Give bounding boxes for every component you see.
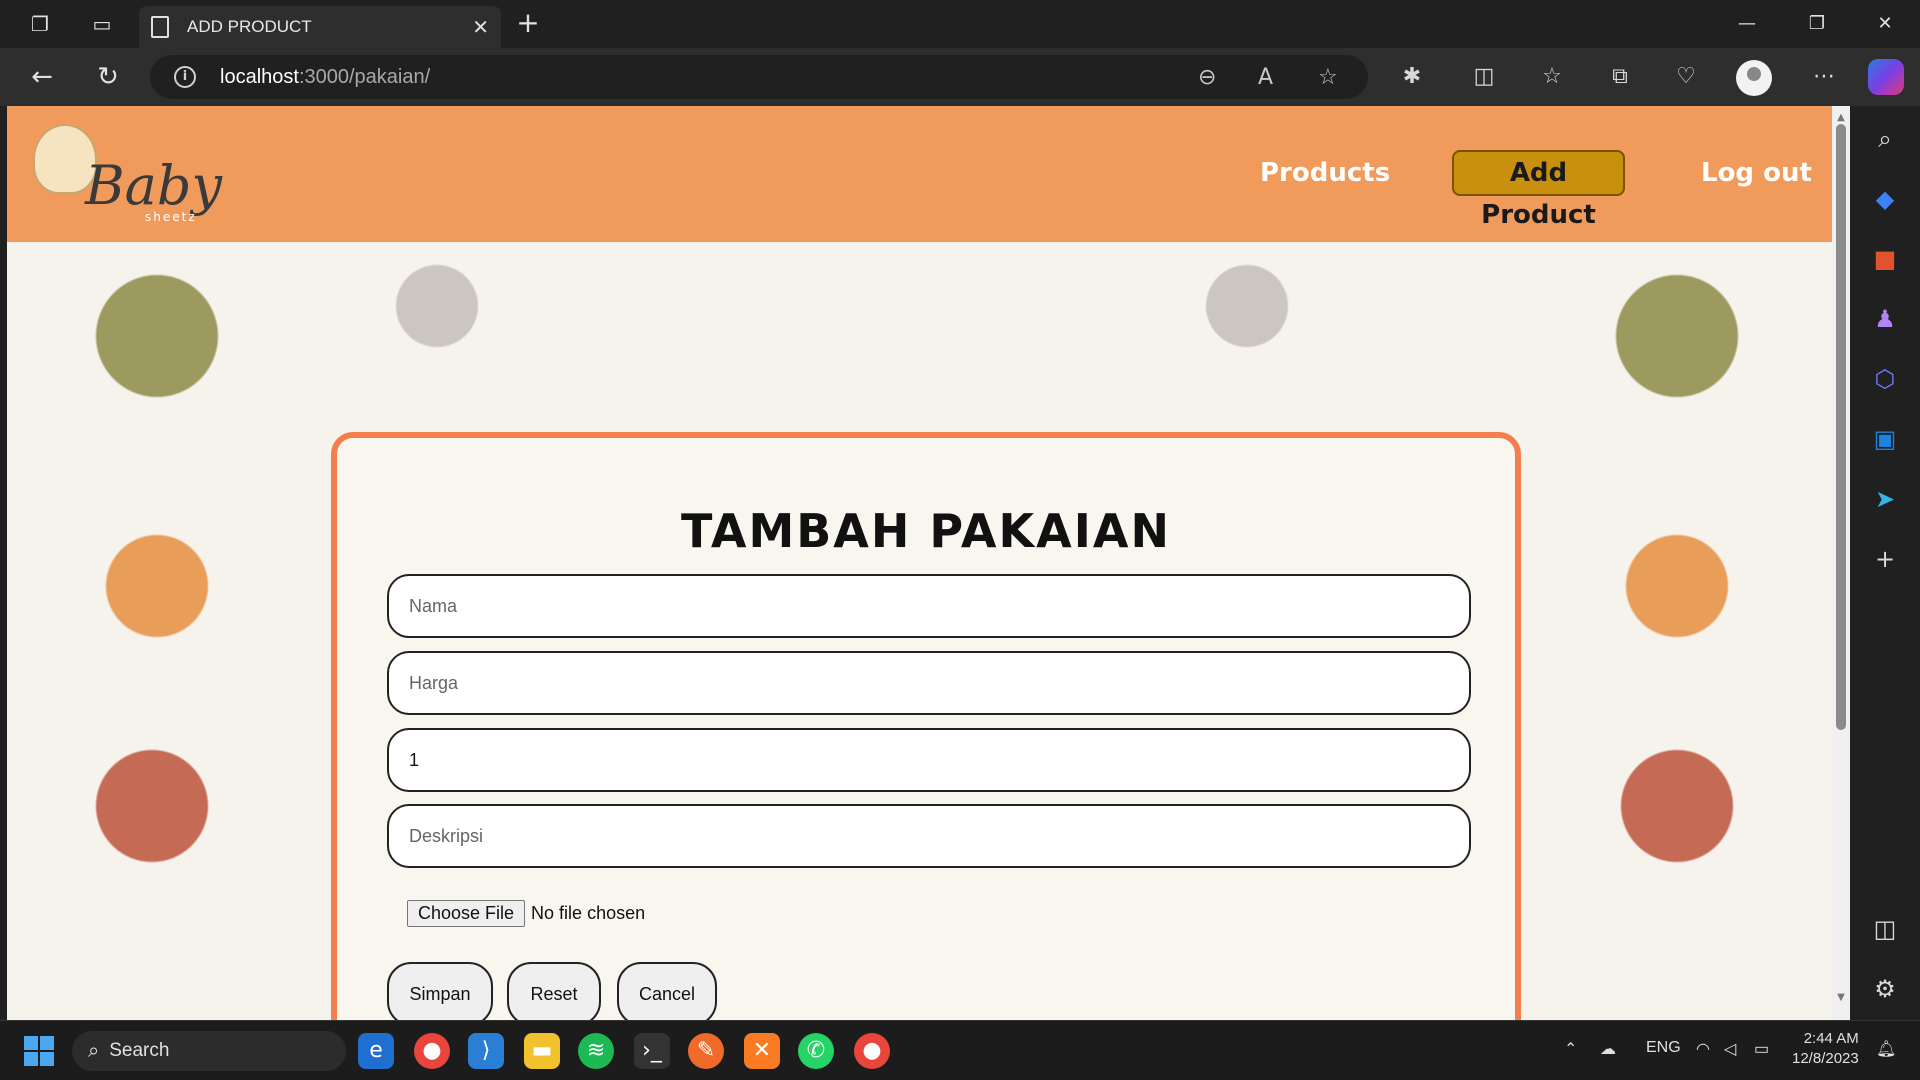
search-icon: ⌕ bbox=[88, 1039, 100, 1062]
minimize-button[interactable]: — bbox=[1727, 10, 1767, 38]
battery-icon[interactable]: ▭ bbox=[1754, 1039, 1769, 1059]
add-sidebar-app-icon[interactable]: + bbox=[1868, 542, 1902, 576]
chrome-profile-icon[interactable]: ● bbox=[854, 1033, 890, 1069]
favorite-star-icon[interactable]: ☆ bbox=[1318, 65, 1338, 90]
cancel-button[interactable]: Cancel bbox=[617, 962, 717, 1020]
outlook-icon[interactable]: ▣ bbox=[1868, 422, 1902, 456]
add-product-form: TAMBAH PAKAIAN Nama Harga 1 Deskripsi Ch… bbox=[331, 432, 1521, 1020]
new-tab-button[interactable]: + bbox=[512, 8, 544, 40]
url-host: localhost bbox=[220, 65, 299, 88]
clock-time: 2:44 AM bbox=[1803, 1030, 1859, 1047]
profile-avatar[interactable] bbox=[1736, 60, 1772, 96]
form-title: TAMBAH PAKAIAN bbox=[681, 504, 1171, 558]
logo-subtext: sheetz bbox=[145, 210, 197, 224]
scrollbar-thumb[interactable] bbox=[1836, 124, 1846, 730]
scroll-down-arrow-icon[interactable]: ▼ bbox=[1836, 992, 1846, 1003]
file-status: No file chosen bbox=[531, 903, 646, 923]
tab-add-product[interactable]: ADD PRODUCT ✕ bbox=[139, 6, 501, 48]
extensions-icon[interactable]: ✱ bbox=[1396, 61, 1428, 93]
xampp-icon[interactable]: ✕ bbox=[744, 1033, 780, 1069]
nav-products[interactable]: Products bbox=[1260, 158, 1390, 188]
reset-button[interactable]: Reset bbox=[507, 962, 601, 1020]
copilot-icon[interactable] bbox=[1868, 59, 1904, 95]
volume-icon[interactable]: ◁ bbox=[1724, 1039, 1736, 1059]
nama-input[interactable]: Nama bbox=[387, 574, 1471, 638]
drop-send-icon[interactable]: ➤ bbox=[1868, 482, 1902, 516]
chrome-icon[interactable]: ● bbox=[414, 1033, 450, 1069]
sidebar-settings-gear-icon[interactable]: ⚙ bbox=[1868, 972, 1902, 1006]
logo-text: Baby bbox=[85, 154, 222, 217]
workspaces-icon[interactable]: ❐ bbox=[20, 8, 60, 40]
deskripsi-input[interactable]: Deskripsi bbox=[387, 804, 1471, 868]
site-logo[interactable]: Baby sheetz bbox=[25, 118, 222, 228]
notification-bell-icon[interactable]: 🔔︎ bbox=[1876, 1039, 1896, 1059]
scroll-up-arrow-icon[interactable]: ▲ bbox=[1836, 112, 1846, 123]
edge-browser-icon[interactable]: e bbox=[358, 1033, 394, 1069]
browser-essentials-icon[interactable]: ♡ bbox=[1670, 61, 1702, 93]
postman-icon[interactable]: ✎ bbox=[688, 1033, 724, 1069]
favorites-icon[interactable]: ☆ bbox=[1536, 61, 1568, 93]
windows-taskbar: ⌕ Search e ● ⟩ ▬ ≋ ›_ ✎ ✕ ✆ ● ⌃ ☁ ENG ◠ … bbox=[0, 1020, 1920, 1080]
restore-button[interactable]: ❐ bbox=[1797, 10, 1837, 38]
language-indicator[interactable]: ENG bbox=[1646, 1039, 1681, 1057]
file-upload: Choose File No file chosen bbox=[407, 900, 645, 927]
url-path: :3000/pakaian/ bbox=[298, 65, 431, 88]
shopping-tag-icon[interactable]: ◆ bbox=[1868, 182, 1902, 216]
choose-file-button[interactable]: Choose File bbox=[407, 900, 526, 927]
simpan-button[interactable]: Simpan bbox=[387, 962, 493, 1020]
browser-tab-bar: ❐ ▭ ADD PRODUCT ✕ + — ❐ ✕ bbox=[0, 0, 1920, 48]
whatsapp-icon[interactable]: ✆ bbox=[798, 1033, 834, 1069]
collections-icon[interactable]: ⧉ bbox=[1604, 61, 1636, 93]
back-arrow-icon[interactable]: ← bbox=[24, 60, 60, 96]
site-info-icon[interactable]: i bbox=[174, 66, 196, 88]
wifi-icon[interactable]: ◠ bbox=[1696, 1039, 1710, 1059]
file-explorer-icon[interactable]: ▬ bbox=[524, 1033, 560, 1069]
read-aloud-icon[interactable]: A bbox=[1258, 65, 1273, 90]
tab-actions-icon[interactable]: ▭ bbox=[82, 8, 122, 40]
taskbar-search[interactable]: ⌕ Search bbox=[72, 1031, 346, 1071]
edge-sidebar: ⌕ ◆ ■ ♟ ⬡ ▣ ➤ + ◫ ⚙ bbox=[1850, 106, 1920, 1020]
split-screen-icon[interactable]: ◫ bbox=[1468, 61, 1500, 93]
more-menu-icon[interactable]: ⋯ bbox=[1808, 61, 1840, 93]
quantity-input[interactable]: 1 bbox=[387, 728, 1471, 792]
games-icon[interactable]: ♟ bbox=[1868, 302, 1902, 336]
tray-chevron-icon[interactable]: ⌃ bbox=[1564, 1039, 1577, 1059]
harga-input[interactable]: Harga bbox=[387, 651, 1471, 715]
microsoft-365-icon[interactable]: ⬡ bbox=[1868, 362, 1902, 396]
nav-add-product[interactable]: Add Product bbox=[1452, 150, 1625, 230]
taskbar-search-label: Search bbox=[109, 1040, 170, 1061]
page-icon bbox=[151, 16, 169, 38]
onedrive-icon[interactable]: ☁ bbox=[1600, 1039, 1616, 1059]
search-icon[interactable]: ⌕ bbox=[1868, 122, 1902, 156]
spotify-icon[interactable]: ≋ bbox=[578, 1033, 614, 1069]
browser-toolbar: ← ↻ i localhost:3000/pakaian/ ⊖ A ☆ ✱ ◫ … bbox=[0, 48, 1920, 106]
nav-logout[interactable]: Log out bbox=[1701, 158, 1812, 188]
refresh-icon[interactable]: ↻ bbox=[90, 60, 126, 96]
vscode-icon[interactable]: ⟩ bbox=[468, 1033, 504, 1069]
system-clock[interactable]: 2:44 AM 12/8/2023 bbox=[1792, 1029, 1859, 1069]
hide-sidebar-icon[interactable]: ◫ bbox=[1868, 912, 1902, 946]
clock-date: 12/8/2023 bbox=[1792, 1050, 1859, 1067]
tab-title: ADD PRODUCT bbox=[187, 17, 312, 36]
tools-briefcase-icon[interactable]: ■ bbox=[1868, 242, 1902, 276]
terminal-icon[interactable]: ›_ bbox=[634, 1033, 670, 1069]
windows-start-icon[interactable] bbox=[24, 1036, 54, 1066]
page-viewport: Baby sheetz Products Add Product Log out… bbox=[7, 106, 1832, 1020]
close-tab-icon[interactable]: ✕ bbox=[472, 15, 489, 39]
address-bar[interactable]: i localhost:3000/pakaian/ ⊖ A ☆ bbox=[150, 55, 1368, 99]
close-window-button[interactable]: ✕ bbox=[1865, 10, 1905, 38]
zoom-out-icon[interactable]: ⊖ bbox=[1198, 65, 1216, 90]
site-header: Baby sheetz Products Add Product Log out bbox=[7, 106, 1832, 242]
